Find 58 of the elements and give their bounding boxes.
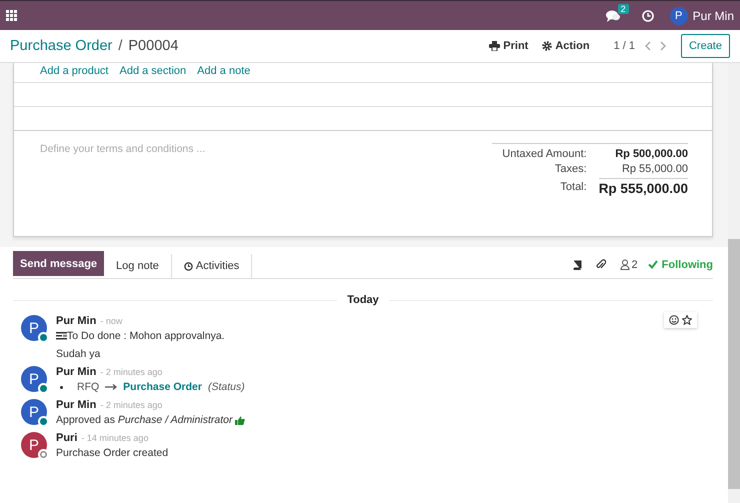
check-icon bbox=[648, 260, 658, 269]
message-text: To Do done : Mohon approvalnya. bbox=[67, 330, 225, 342]
total-label: Total: bbox=[559, 181, 587, 193]
author-name: Pur Min bbox=[56, 315, 96, 327]
print-button[interactable]: Print bbox=[489, 40, 528, 52]
author-name: Pur Min bbox=[56, 366, 96, 378]
send-message-button[interactable]: Send message bbox=[13, 251, 104, 276]
chat-bubbles-icon[interactable] bbox=[606, 10, 620, 22]
user-avatar: P bbox=[21, 432, 47, 458]
user-avatar: P bbox=[21, 315, 47, 341]
thumbs-up-icon bbox=[235, 416, 246, 424]
total-amount: Rp 555,000.00 bbox=[598, 178, 688, 196]
arrow-icon bbox=[105, 384, 118, 390]
user-avatar[interactable]: P bbox=[670, 6, 688, 24]
message-actions[interactable] bbox=[664, 312, 697, 328]
printer-icon bbox=[489, 41, 500, 51]
activity-icon bbox=[56, 332, 67, 340]
date-separator: Today bbox=[346, 294, 380, 306]
clock-icon bbox=[184, 262, 193, 270]
amount-value: Rp 500,000.00 bbox=[614, 148, 688, 160]
message-text: Sudah ya bbox=[56, 348, 100, 360]
notification-badge: 2 bbox=[618, 4, 629, 14]
add-line-link[interactable]: Add a note bbox=[197, 65, 250, 82]
emoji-icon[interactable] bbox=[669, 315, 679, 325]
gear-icon bbox=[542, 41, 552, 51]
new-value: Purchase Order bbox=[123, 381, 202, 393]
clock-icon[interactable] bbox=[642, 10, 654, 22]
apps-menu-icon[interactable] bbox=[6, 10, 17, 21]
message-text: Approved as Purchase / Administrator bbox=[56, 414, 232, 426]
message-time: - 14 minutes ago bbox=[81, 433, 148, 443]
create-button[interactable]: Create bbox=[680, 34, 730, 58]
add-line-link[interactable]: Add a product bbox=[40, 65, 108, 82]
star-icon[interactable] bbox=[682, 315, 692, 325]
pager-counter: 1 / 1 bbox=[614, 40, 635, 52]
message-time: - 2 minutes ago bbox=[100, 367, 162, 377]
record-name: P00004 bbox=[128, 38, 178, 54]
bullet-icon bbox=[60, 386, 63, 388]
user-avatar: P bbox=[21, 366, 47, 392]
field-name: (Status) bbox=[208, 381, 245, 393]
total-label: Taxes: bbox=[554, 163, 587, 175]
old-value: RFQ bbox=[77, 381, 100, 393]
breadcrumb-separator: / bbox=[118, 38, 122, 54]
total-label: Untaxed Amount: bbox=[501, 148, 587, 160]
person-icon bbox=[620, 259, 630, 270]
action-button[interactable]: Action bbox=[542, 40, 590, 52]
amount-value: Rp 55,000.00 bbox=[620, 163, 688, 175]
user-avatar: P bbox=[21, 399, 47, 425]
paperclip-icon[interactable] bbox=[596, 259, 606, 270]
message-time: - 2 minutes ago bbox=[100, 400, 162, 410]
author-name: Puri bbox=[56, 432, 78, 444]
breadcrumb-link[interactable]: Purchase Order bbox=[10, 38, 112, 54]
message-text: Purchase Order created bbox=[56, 447, 168, 459]
add-line-link[interactable]: Add a section bbox=[120, 65, 186, 82]
scrollbar-thumb[interactable] bbox=[728, 239, 740, 489]
message-time: - now bbox=[100, 316, 122, 326]
followers-button[interactable]: 2 bbox=[620, 251, 638, 278]
author-name: Pur Min bbox=[56, 399, 96, 411]
user-name[interactable]: Pur Min bbox=[692, 8, 734, 22]
